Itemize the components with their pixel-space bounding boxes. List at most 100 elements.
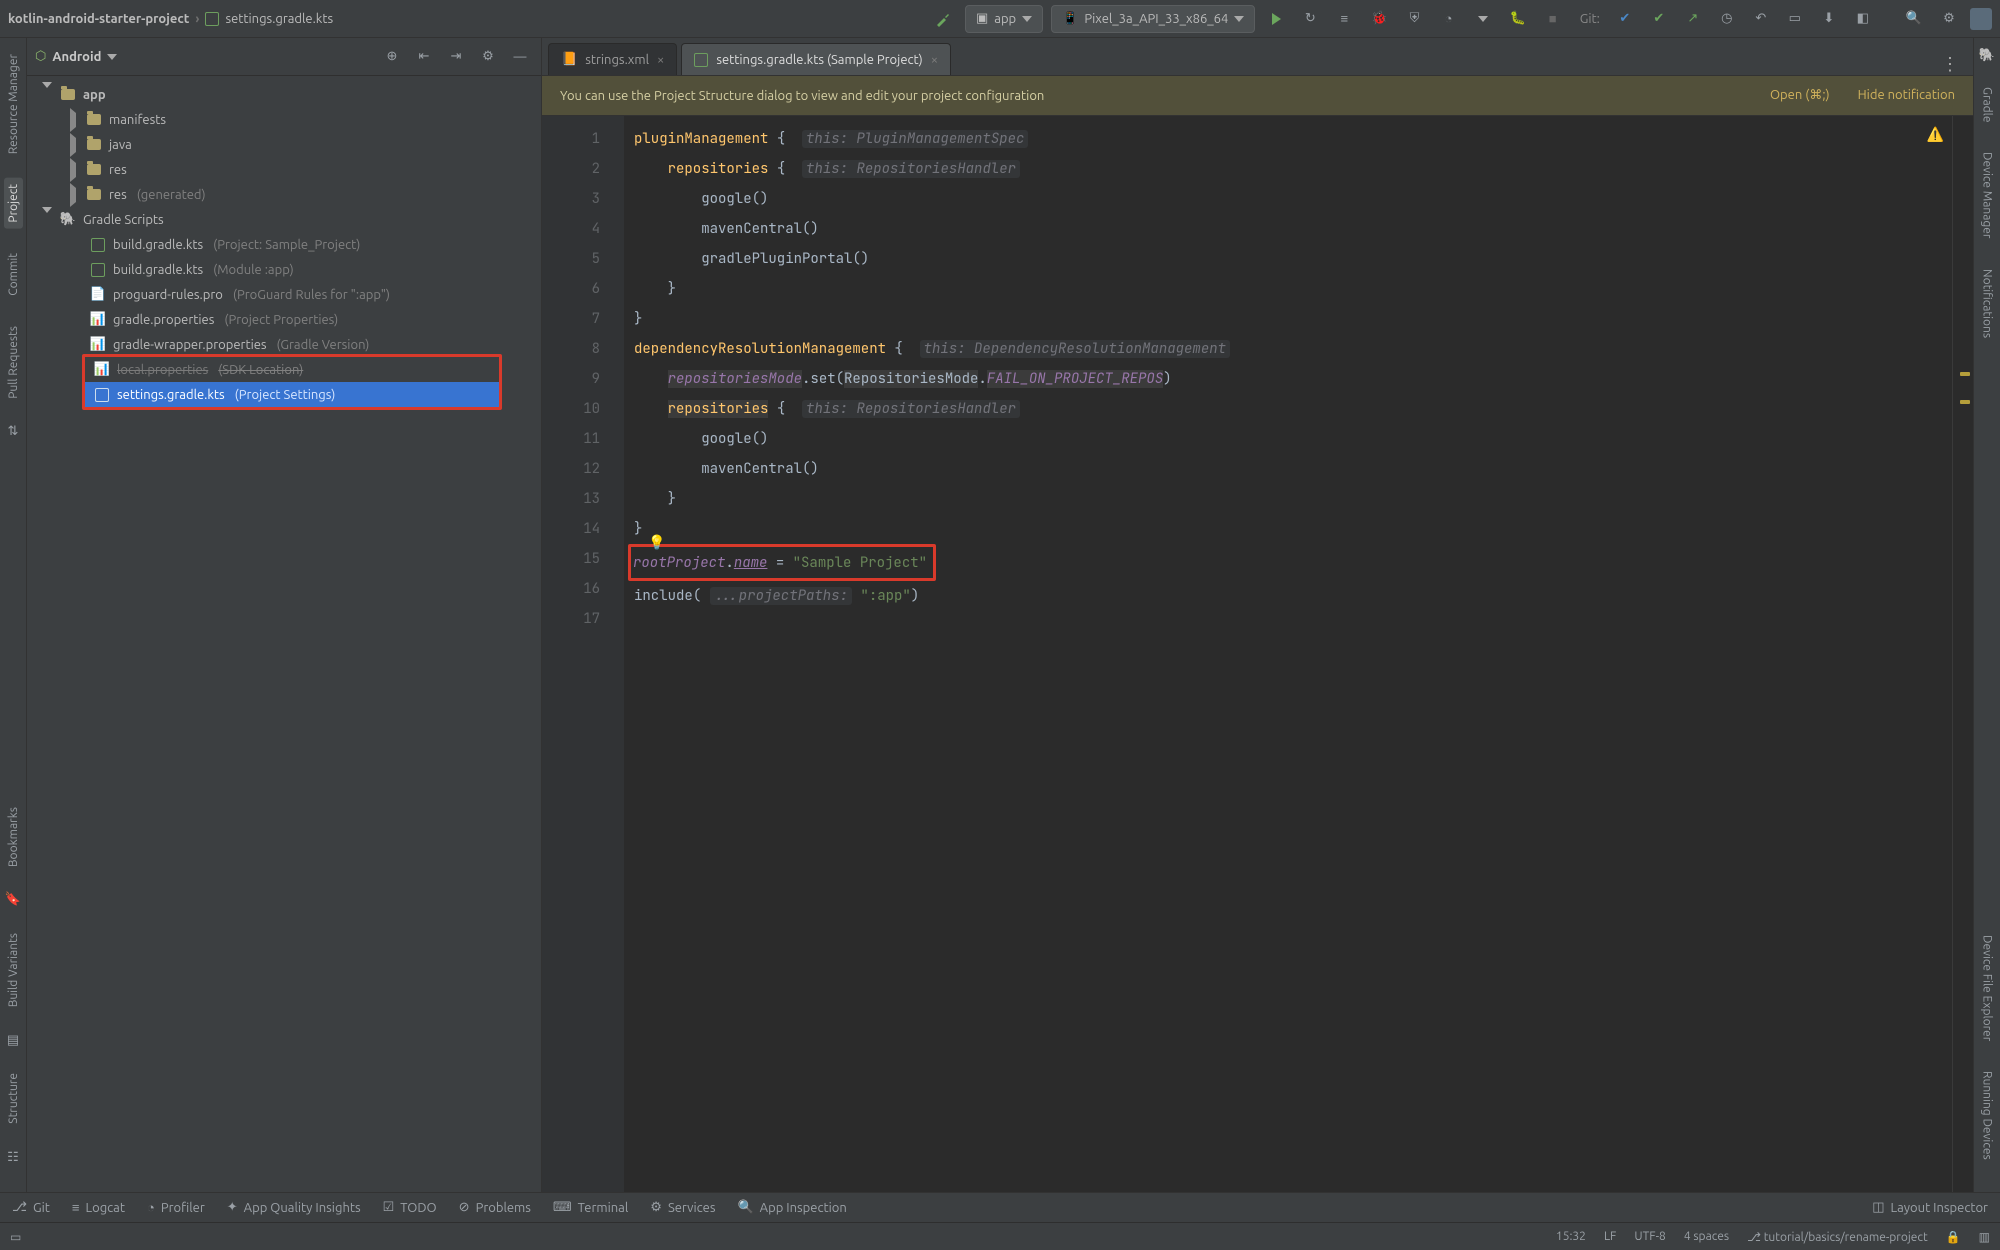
account-avatar[interactable] bbox=[1970, 8, 1992, 30]
services-tab[interactable]: ⚙Services bbox=[650, 1200, 715, 1215]
editor-tab-settings-gradle[interactable]: settings.gradle.kts (Sample Project) × bbox=[681, 43, 951, 75]
search-everywhere-button[interactable]: 🔍 bbox=[1900, 6, 1928, 32]
avd-manager-icon[interactable]: ▭ bbox=[1782, 6, 1808, 32]
problems-tab[interactable]: ⊘Problems bbox=[459, 1200, 531, 1215]
tree-node-proguard[interactable]: 📄 proguard-rules.pro (ProGuard Rules for… bbox=[27, 282, 541, 307]
tree-node-java[interactable]: java bbox=[27, 132, 541, 157]
run-button[interactable] bbox=[1263, 6, 1289, 32]
error-stripe[interactable] bbox=[1953, 116, 1973, 1192]
bookmark-icon[interactable]: 🔖 bbox=[4, 891, 22, 909]
logcat-tab[interactable]: ≡Logcat bbox=[72, 1200, 125, 1215]
chevron-down-icon[interactable] bbox=[107, 54, 117, 60]
tree-node-manifests[interactable]: manifests bbox=[27, 107, 541, 132]
select-opened-file-icon[interactable]: ⊕ bbox=[379, 44, 405, 70]
apply-code-changes-button[interactable]: ≡ bbox=[1331, 6, 1357, 32]
tree-node-gradle-properties[interactable]: 📊 gradle.properties (Project Properties) bbox=[27, 307, 541, 332]
tree-node-local-properties[interactable]: 📊 local.properties (SDK Location) bbox=[85, 357, 499, 382]
profile-button[interactable]: ◔ bbox=[1436, 6, 1462, 32]
running-devices-tab[interactable]: Running Devices bbox=[1978, 1065, 1997, 1166]
caret-position[interactable]: 15:32 bbox=[1556, 1230, 1586, 1243]
ide-settings-button[interactable]: ⚙ bbox=[1936, 6, 1962, 32]
apply-changes-button[interactable]: ↻ bbox=[1297, 6, 1323, 32]
attach-debugger-button[interactable]: 🐛 bbox=[1504, 6, 1532, 32]
resource-manager-icon[interactable]: ◧ bbox=[1850, 6, 1876, 32]
rollback-icon[interactable]: ↶ bbox=[1748, 6, 1774, 32]
tree-node-app[interactable]: app bbox=[27, 82, 541, 107]
expand-all-icon[interactable]: ⇥ bbox=[443, 44, 469, 70]
pull-requests-tab[interactable]: Pull Requests bbox=[4, 320, 23, 405]
banner-open-link[interactable]: Open (⌘;) bbox=[1770, 88, 1830, 103]
tree-node-build-module[interactable]: build.gradle.kts (Module :app) bbox=[27, 257, 541, 282]
structure-icon[interactable]: ☷ bbox=[4, 1148, 22, 1166]
gradle-tool-tab[interactable]: Gradle bbox=[1978, 81, 1997, 128]
app-quality-tab[interactable]: ✦App Quality Insights bbox=[227, 1200, 361, 1215]
tree-node-settings-gradle[interactable]: settings.gradle.kts (Project Settings) bbox=[85, 382, 499, 407]
indent-settings[interactable]: 4 spaces bbox=[1684, 1230, 1729, 1243]
tool-windows-toggle-icon[interactable]: ▭ bbox=[10, 1230, 21, 1244]
chevron-down-icon bbox=[1478, 16, 1488, 22]
project-tree[interactable]: app manifests java res res (gene bbox=[27, 76, 541, 1192]
banner-hide-link[interactable]: Hide notification bbox=[1858, 88, 1955, 103]
device-selector[interactable]: 📱 Pixel_3a_API_33_x86_64 bbox=[1051, 5, 1255, 33]
gradle-icon[interactable]: 🐘 bbox=[1979, 48, 1995, 63]
fold-gutter[interactable] bbox=[610, 116, 624, 1192]
app-inspection-tab[interactable]: 🔍App Inspection bbox=[737, 1200, 846, 1215]
structure-tab[interactable]: Structure bbox=[4, 1067, 23, 1130]
more-run-button[interactable] bbox=[1470, 6, 1496, 32]
expand-toggle[interactable] bbox=[67, 113, 79, 127]
git-commit-button[interactable]: ✔ bbox=[1646, 6, 1672, 32]
readonly-toggle-icon[interactable]: 🔒 bbox=[1946, 1230, 1961, 1244]
terminal-icon: ⌨ bbox=[553, 1200, 572, 1215]
project-structure-banner: You can use the Project Structure dialog… bbox=[542, 76, 1973, 116]
git-push-button[interactable]: ↗ bbox=[1680, 6, 1706, 32]
device-file-explorer-tab[interactable]: Device File Explorer bbox=[1978, 929, 1997, 1047]
tree-node-gradle-scripts[interactable]: 🐘 Gradle Scripts bbox=[27, 207, 541, 232]
editor-tabs-more-icon[interactable]: ⋮ bbox=[1927, 54, 1973, 75]
build-variants-tab[interactable]: Build Variants bbox=[4, 927, 23, 1013]
project-view-mode[interactable]: Android bbox=[52, 50, 101, 64]
terminal-tab[interactable]: ⌨Terminal bbox=[553, 1200, 628, 1215]
git-tool-tab[interactable]: ⎇Git bbox=[12, 1200, 50, 1215]
close-tab-icon[interactable]: × bbox=[657, 53, 664, 67]
bookmarks-tab[interactable]: Bookmarks bbox=[4, 801, 23, 873]
tree-node-build-project[interactable]: build.gradle.kts (Project: Sample_Projec… bbox=[27, 232, 541, 257]
module-icon bbox=[59, 89, 77, 100]
hide-panel-icon[interactable]: — bbox=[507, 44, 533, 70]
collapse-all-icon[interactable]: ⇤ bbox=[411, 44, 437, 70]
line-number-gutter[interactable]: 1234567891011121314151617 bbox=[542, 116, 610, 1192]
git-branch-widget[interactable]: ⎇ tutorial/basics/rename-project bbox=[1747, 1230, 1928, 1244]
tree-node-res[interactable]: res bbox=[27, 157, 541, 182]
project-tool-tab[interactable]: Project bbox=[4, 178, 23, 229]
resource-manager-tab[interactable]: Resource Manager bbox=[4, 48, 23, 160]
warning-indicator-icon[interactable]: ⚠️ bbox=[1927, 120, 1944, 150]
build-variants-icon[interactable]: ▤ bbox=[4, 1031, 22, 1049]
close-tab-icon[interactable]: × bbox=[931, 53, 938, 67]
stop-button[interactable]: ■ bbox=[1540, 6, 1566, 32]
editor-tab-strings[interactable]: 📙 strings.xml × bbox=[548, 43, 677, 75]
notifications-tab[interactable]: Notifications bbox=[1978, 263, 1997, 344]
settings-icon[interactable]: ⚙ bbox=[475, 44, 501, 70]
device-manager-tab[interactable]: Device Manager bbox=[1978, 146, 1997, 244]
tree-node-res-generated[interactable]: res (generated) bbox=[27, 182, 541, 207]
memory-indicator-icon[interactable]: ▥ bbox=[1979, 1230, 1990, 1244]
code-editor[interactable]: 1234567891011121314151617 ⚠️ pluginManag… bbox=[542, 116, 1973, 1192]
build-hammer-icon[interactable] bbox=[929, 6, 957, 32]
breadcrumb-project[interactable]: kotlin-android-starter-project bbox=[8, 12, 189, 26]
run-config-selector[interactable]: ▣ app bbox=[965, 5, 1043, 33]
sdk-manager-icon[interactable]: ⬇ bbox=[1816, 6, 1842, 32]
todo-tab[interactable]: ☑TODO bbox=[383, 1200, 437, 1215]
file-encoding[interactable]: UTF-8 bbox=[1634, 1230, 1665, 1243]
debug-button[interactable]: 🐞 bbox=[1365, 6, 1393, 32]
history-icon[interactable]: ◷ bbox=[1714, 6, 1740, 32]
favorites-icon[interactable]: ⇅ bbox=[4, 422, 22, 440]
breadcrumb-file[interactable]: settings.gradle.kts bbox=[225, 12, 333, 26]
expand-toggle[interactable] bbox=[41, 88, 53, 102]
git-update-button[interactable]: ✔ bbox=[1612, 6, 1638, 32]
intention-bulb-icon[interactable]: 💡 bbox=[648, 528, 665, 558]
commit-tool-tab[interactable]: Commit bbox=[4, 247, 23, 302]
profiler-tab[interactable]: ◔Profiler bbox=[147, 1200, 205, 1215]
line-separator[interactable]: LF bbox=[1604, 1230, 1616, 1243]
breadcrumb[interactable]: kotlin-android-starter-project › setting… bbox=[8, 12, 333, 26]
coverage-button[interactable]: ⛨ bbox=[1402, 6, 1428, 32]
layout-inspector-tab[interactable]: ◫Layout Inspector bbox=[1872, 1200, 1988, 1215]
